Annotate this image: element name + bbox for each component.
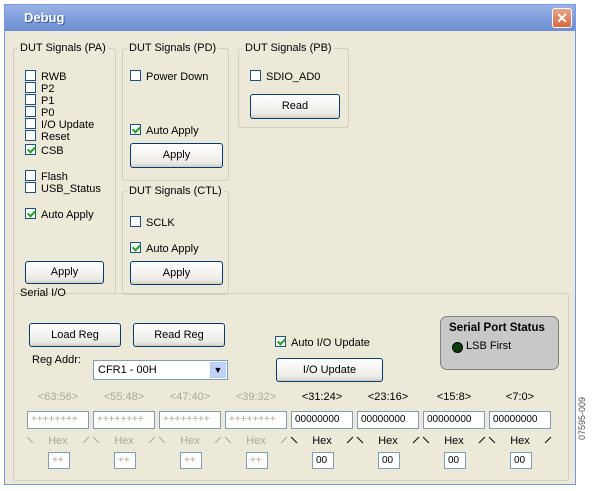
led-indicator-icon <box>452 342 463 353</box>
pd-checkbox-box-1[interactable] <box>130 124 141 135</box>
pa-checkbox-label-9: Auto Apply <box>41 209 94 221</box>
pd-apply-button[interactable]: Apply <box>130 143 223 168</box>
hex-bracket-icon <box>422 436 486 444</box>
ctl-apply-button[interactable]: Apply <box>130 261 223 285</box>
debug-window: Debug ✕ DUT Signals (PA) Apply DUT Signa… <box>4 4 576 485</box>
ctl-checkbox-0[interactable]: SCLK <box>130 216 175 230</box>
hex-value-field[interactable]: ++ <box>246 452 268 469</box>
pb-legend: DUT Signals (PB) <box>245 42 332 54</box>
hex-value-field[interactable]: ++ <box>114 452 136 469</box>
ctl-checkbox-1[interactable]: Auto Apply <box>130 242 199 256</box>
close-button[interactable]: ✕ <box>552 8 572 28</box>
auto-io-update-label: Auto I/O Update <box>291 337 370 349</box>
pa-checkbox-label-5: Reset <box>41 131 70 143</box>
pa-checkbox-5[interactable]: Reset <box>25 130 70 144</box>
auto-io-update-box[interactable] <box>275 336 286 347</box>
pa-checkbox-box-0[interactable] <box>25 70 36 81</box>
hex-bracket-icon <box>290 436 354 444</box>
binary-value-field[interactable]: 00000000 <box>423 411 485 429</box>
pb-read-button[interactable]: Read <box>250 94 340 119</box>
ctl-checkbox-box-0[interactable] <box>130 216 141 227</box>
binary-value-field[interactable]: 00000000 <box>291 411 353 429</box>
window-title: Debug <box>24 10 65 25</box>
pd-checkbox-box-0[interactable] <box>130 70 141 81</box>
serial-io-legend: Serial I/O <box>20 287 66 299</box>
pa-checkbox-box-6[interactable] <box>25 144 36 155</box>
binary-value-field[interactable]: ++++++++ <box>225 411 287 429</box>
binary-value-field[interactable]: ++++++++ <box>159 411 221 429</box>
pd-checkbox-label-0: Power Down <box>146 71 209 83</box>
binary-value-field[interactable]: ++++++++ <box>93 411 155 429</box>
figure-id: 07595-009 <box>577 396 587 440</box>
hex-value-field[interactable]: 00 <box>444 452 466 469</box>
serial-port-status-panel: Serial Port Status LSB First <box>440 316 559 370</box>
hex-value-field[interactable]: 00 <box>378 452 400 469</box>
pa-checkbox-box-4[interactable] <box>25 118 36 129</box>
hex-bracket-icon <box>488 436 552 444</box>
pa-checkbox-box-2[interactable] <box>25 94 36 105</box>
binary-value-field[interactable]: 00000000 <box>357 411 419 429</box>
pa-checkbox-label-6: CSB <box>41 145 64 157</box>
pa-checkbox-6[interactable]: CSB <box>25 144 64 158</box>
pa-checkbox-label-8: USB_Status <box>41 183 101 195</box>
auto-io-update-checkbox[interactable]: Auto I/O Update <box>275 336 370 350</box>
hex-value-field[interactable]: ++ <box>180 452 202 469</box>
pa-checkbox-box-1[interactable] <box>25 82 36 93</box>
hex-value-field[interactable]: 00 <box>510 452 532 469</box>
ctl-checkbox-label-0: SCLK <box>146 217 175 229</box>
load-reg-button[interactable]: Load Reg <box>29 323 121 347</box>
pa-checkbox-box-3[interactable] <box>25 106 36 117</box>
io-update-button[interactable]: I/O Update <box>276 358 383 382</box>
serial-port-status-title: Serial Port Status <box>449 322 545 334</box>
close-icon: ✕ <box>556 10 568 26</box>
reg-addr-label: Reg Addr: <box>32 354 81 366</box>
bit-range-label: <23:16> <box>367 391 409 403</box>
pb-checkbox-0[interactable]: SDIO_AD0 <box>250 70 320 84</box>
bit-range-label: <7:0> <box>505 391 535 403</box>
bit-range-label: <55:48> <box>103 391 145 403</box>
pa-apply-button[interactable]: Apply <box>25 261 104 284</box>
bit-range-label: <31:24> <box>301 391 343 403</box>
pa-checkbox-8[interactable]: USB_Status <box>25 182 101 196</box>
pd-checkbox-1[interactable]: Auto Apply <box>130 124 199 138</box>
read-reg-button[interactable]: Read Reg <box>133 323 225 347</box>
reg-addr-select[interactable]: CFR1 - 00H ▼ <box>93 360 228 380</box>
bit-range-label: <15:8> <box>436 391 472 403</box>
chevron-down-icon[interactable]: ▼ <box>210 362 226 378</box>
bit-range-label: <47:40> <box>169 391 211 403</box>
ctl-legend: DUT Signals (CTL) <box>129 185 222 197</box>
pd-legend: DUT Signals (PD) <box>129 42 217 54</box>
binary-value-field[interactable]: ++++++++ <box>27 411 89 429</box>
binary-value-field[interactable]: 00000000 <box>489 411 551 429</box>
pd-checkbox-0[interactable]: Power Down <box>130 70 208 84</box>
hex-bracket-icon <box>356 436 420 444</box>
pa-checkbox-box-8[interactable] <box>25 182 36 193</box>
bit-range-label: <39:32> <box>235 391 277 403</box>
pb-checkbox-label-0: SDIO_AD0 <box>266 71 321 83</box>
pd-checkbox-label-1: Auto Apply <box>146 125 199 137</box>
reg-addr-value: CFR1 - 00H <box>98 364 157 376</box>
hex-bracket-icon <box>224 436 288 444</box>
ctl-checkbox-label-1: Auto Apply <box>146 243 199 255</box>
hex-bracket-icon <box>158 436 222 444</box>
pa-checkbox-box-9[interactable] <box>25 208 36 219</box>
pa-checkbox-box-7[interactable] <box>25 170 36 181</box>
ctl-checkbox-box-1[interactable] <box>130 242 141 253</box>
title-bar[interactable]: Debug ✕ <box>5 5 575 31</box>
pa-checkbox-box-5[interactable] <box>25 130 36 141</box>
pa-checkbox-9[interactable]: Auto Apply <box>25 208 94 222</box>
bit-range-label: <63:56> <box>37 391 79 403</box>
pa-legend: DUT Signals (PA) <box>20 42 106 54</box>
hex-value-field[interactable]: ++ <box>48 452 70 469</box>
lsb-first-label: LSB First <box>466 340 512 352</box>
hex-value-field[interactable]: 00 <box>312 452 334 469</box>
hex-bracket-icon <box>92 436 156 444</box>
pb-checkbox-box-0[interactable] <box>250 70 261 81</box>
hex-bracket-icon <box>26 436 90 444</box>
